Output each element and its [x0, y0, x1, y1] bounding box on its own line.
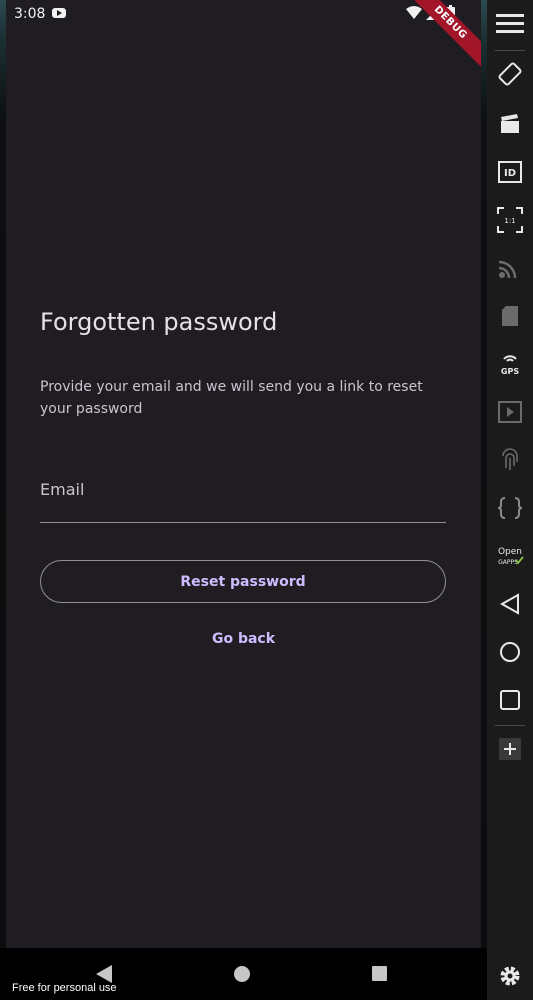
email-field[interactable]: [40, 470, 446, 508]
emulator-toolbar: ID 1:1 GPS Open GAPPS: [487, 0, 533, 1000]
id-icon[interactable]: ID: [487, 154, 533, 190]
fullscreen-icon[interactable]: 1:1: [487, 202, 533, 238]
nav-home-icon[interactable]: [234, 966, 250, 982]
gps-icon[interactable]: GPS: [487, 346, 533, 382]
svg-text:1:1: 1:1: [504, 217, 515, 225]
screenrecord-icon[interactable]: [487, 106, 533, 142]
home-icon[interactable]: [487, 634, 533, 670]
reset-password-button[interactable]: Reset password: [40, 560, 446, 603]
add-icon[interactable]: [487, 731, 533, 767]
svg-text:GAPPS: GAPPS: [498, 559, 518, 566]
wifi-icon: [406, 6, 422, 19]
opengapps-icon[interactable]: Open GAPPS: [487, 538, 533, 574]
svg-text:ID: ID: [504, 168, 516, 179]
rotate-icon[interactable]: [487, 56, 533, 92]
go-back-button[interactable]: Go back: [6, 631, 481, 647]
status-bar: 3:08: [6, 0, 481, 28]
fingerprint-icon[interactable]: [487, 442, 533, 478]
youtube-notification-icon: [52, 8, 66, 18]
code-braces-icon[interactable]: [487, 490, 533, 526]
nav-back-icon[interactable]: [96, 965, 112, 983]
overview-icon[interactable]: [487, 682, 533, 718]
cast-icon[interactable]: [487, 250, 533, 286]
emulator-window: 3:08 DEBUG Forgotten password Provide yo…: [0, 0, 533, 1000]
back-icon[interactable]: [487, 586, 533, 622]
menu-icon[interactable]: [487, 6, 533, 42]
watermark-text: Free for personal use: [12, 982, 117, 994]
email-field-container: [40, 470, 446, 523]
media-icon[interactable]: [487, 394, 533, 430]
status-time: 3:08: [14, 6, 46, 22]
toolbar-separator: [495, 50, 525, 51]
svg-text:GPS: GPS: [501, 367, 519, 376]
page-title: Forgotten password: [40, 308, 278, 336]
settings-icon[interactable]: [487, 958, 533, 994]
sd-card-icon[interactable]: [487, 298, 533, 334]
nav-recent-apps-icon[interactable]: [372, 966, 387, 981]
phone-screen: 3:08 DEBUG Forgotten password Provide yo…: [6, 0, 481, 948]
page-description: Provide your email and we will send you …: [40, 379, 423, 417]
svg-text:Open: Open: [498, 547, 522, 557]
toolbar-separator: [495, 725, 525, 726]
